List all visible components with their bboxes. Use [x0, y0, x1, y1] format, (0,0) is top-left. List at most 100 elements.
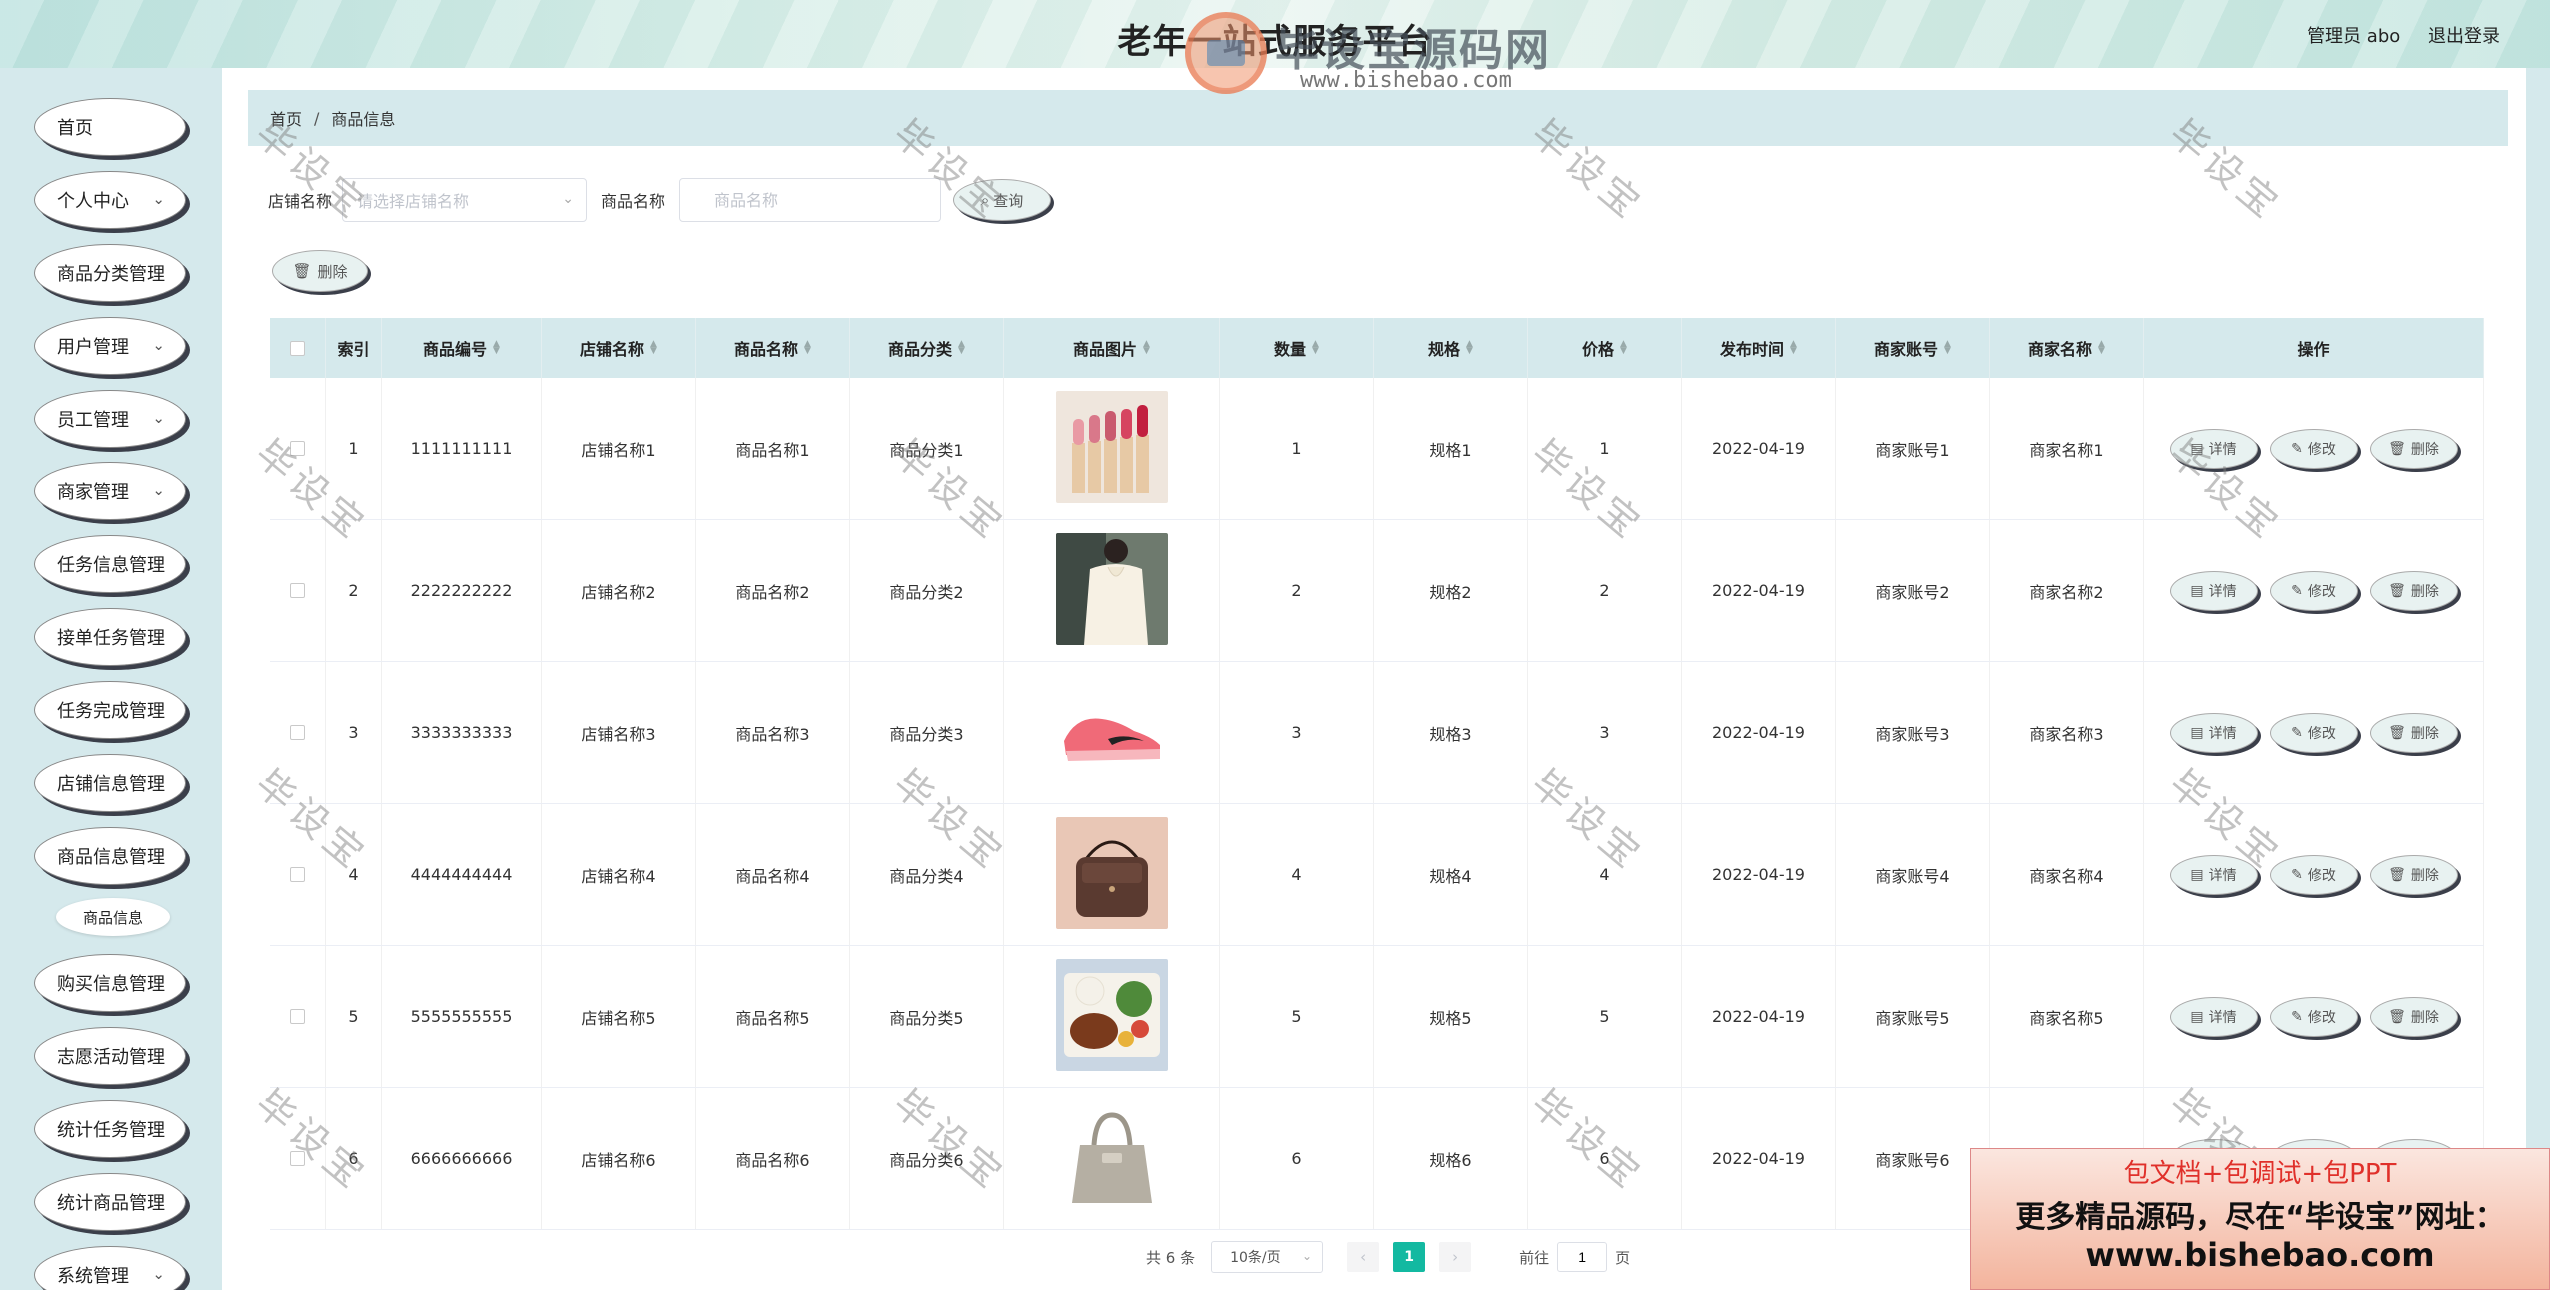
row-checkbox[interactable]	[290, 1151, 305, 1166]
delete-button[interactable]: 🗑删除	[2369, 570, 2458, 611]
shop-name-select[interactable]: 请选择店铺名称 ⌄	[342, 178, 588, 222]
sort-icon[interactable]: ▲ ▼	[804, 340, 811, 356]
sidebar-item-6[interactable]: 任务信息管理	[34, 535, 186, 593]
sort-icon[interactable]: ▲ ▼	[1312, 340, 1319, 356]
sidebar-item-15[interactable]: 系统管理 ⌄	[34, 1246, 186, 1290]
delete-button[interactable]: 🗑删除	[2369, 712, 2458, 753]
row-checkbox[interactable]	[290, 1009, 305, 1024]
sidebar-item-label: 商家管理	[57, 482, 129, 503]
product-image-lipstick	[1055, 390, 1168, 507]
sort-icon[interactable]: ▲ ▼	[1944, 340, 1951, 356]
sidebar-item-7[interactable]: 接单任务管理	[34, 608, 186, 666]
sort-icon[interactable]: ▲ ▼	[1143, 340, 1150, 356]
pagination-total: 共 6 条	[1146, 1248, 1196, 1267]
watermark-logo-icon	[1185, 12, 1267, 94]
sidebar-item-10[interactable]: 商品信息管理	[34, 827, 186, 885]
column-header-7[interactable]: 规格 ▲ ▼	[1374, 318, 1528, 378]
chevron-down-icon: ⌄	[152, 409, 165, 427]
cell-category: 商品分类1	[850, 378, 1004, 519]
sidebar-item-0[interactable]: 首页	[34, 98, 186, 156]
next-page-button[interactable]: ›	[1439, 1242, 1472, 1272]
cell-date: 2022-04-19	[1682, 946, 1836, 1087]
row-checkbox[interactable]	[290, 725, 305, 740]
sort-icon[interactable]: ▲ ▼	[1620, 340, 1627, 356]
cell-price: 6	[1528, 1088, 1682, 1229]
sidebar-item-1[interactable]: 个人中心 ⌄	[34, 171, 186, 229]
goto-page-input[interactable]	[1557, 1242, 1608, 1272]
column-header-10[interactable]: 商家账号 ▲ ▼	[1836, 318, 1990, 378]
sidebar-item-14[interactable]: 统计商品管理	[34, 1173, 186, 1231]
detail-button[interactable]: ▤详情	[2169, 712, 2258, 753]
sidebar-item-8[interactable]: 任务完成管理	[34, 681, 186, 739]
column-header-9[interactable]: 发布时间 ▲ ▼	[1682, 318, 1836, 378]
cell-name: 商品名称3	[696, 662, 850, 803]
row-checkbox[interactable]	[290, 441, 305, 456]
detail-button[interactable]: ▤详情	[2169, 428, 2258, 469]
query-button[interactable]: ⌕ 查询	[953, 179, 1052, 221]
detail-button[interactable]: ▤详情	[2169, 996, 2258, 1037]
column-header-2[interactable]: 店铺名称 ▲ ▼	[542, 318, 696, 378]
row-checkbox[interactable]	[290, 583, 305, 598]
column-header-1[interactable]: 商品编号 ▲ ▼	[382, 318, 542, 378]
cell-actions: ▤详情 ✎修改 🗑删除	[2144, 662, 2484, 803]
cell-index: 1	[326, 378, 382, 519]
product-name-input[interactable]	[679, 178, 942, 222]
sidebar-item-label: 购买信息管理	[57, 974, 165, 995]
table-row: 5 5555555555 店铺名称5 商品名称5 商品分类5 5 规格5 5 2022-04-1…	[270, 946, 2484, 1088]
cell-category: 商品分类2	[850, 520, 1004, 661]
delete-button[interactable]: 🗑删除	[2369, 854, 2458, 895]
sidebar-item-9[interactable]: 店铺信息管理	[34, 754, 186, 812]
column-header-8[interactable]: 价格 ▲ ▼	[1528, 318, 1682, 378]
cell-date: 2022-04-19	[1682, 662, 1836, 803]
sidebar-item-11[interactable]: 购买信息管理	[34, 954, 186, 1012]
edit-button[interactable]: ✎修改	[2269, 428, 2358, 469]
sidebar-item-2[interactable]: 商品分类管理	[34, 244, 186, 302]
sidebar-item-13[interactable]: 统计任务管理	[34, 1100, 186, 1158]
column-header-3[interactable]: 商品名称 ▲ ▼	[696, 318, 850, 378]
sort-icon[interactable]: ▲ ▼	[958, 340, 965, 356]
batch-delete-button[interactable]: 🗑 删除	[272, 250, 368, 292]
column-header-11[interactable]: 商家名称 ▲ ▼	[1990, 318, 2144, 378]
breadcrumb-home[interactable]: 首页	[270, 106, 302, 130]
sidebar-item-4[interactable]: 员工管理 ⌄	[34, 390, 186, 448]
sidebar-item-label: 店铺信息管理	[57, 774, 165, 795]
logout-link[interactable]: 退出登录	[2428, 26, 2500, 47]
prev-page-button[interactable]: ‹	[1347, 1242, 1380, 1272]
column-header-5[interactable]: 商品图片 ▲ ▼	[1004, 318, 1220, 378]
sort-icon[interactable]: ▲ ▼	[1790, 340, 1797, 356]
sidebar-item-5[interactable]: 商家管理 ⌄	[34, 462, 186, 520]
delete-button[interactable]: 🗑删除	[2369, 996, 2458, 1037]
chevron-down-icon: ⌄	[152, 481, 165, 499]
trash-icon: 🗑	[2388, 582, 2406, 599]
sort-icon[interactable]: ▲ ▼	[650, 340, 657, 356]
page-number-current[interactable]: 1	[1393, 1242, 1426, 1272]
edit-button[interactable]: ✎修改	[2269, 854, 2358, 895]
edit-button[interactable]: ✎修改	[2269, 712, 2358, 753]
sort-icon[interactable]: ▲ ▼	[493, 340, 500, 356]
sort-icon[interactable]: ▲ ▼	[1466, 340, 1473, 356]
cell-shop: 店铺名称2	[542, 520, 696, 661]
column-header-label: 索引	[337, 340, 370, 359]
edit-button[interactable]: ✎修改	[2269, 570, 2358, 611]
edit-button[interactable]: ✎修改	[2269, 996, 2358, 1037]
edit-button-label: 修改	[2307, 867, 2336, 884]
select-all-checkbox[interactable]	[290, 340, 305, 356]
top-header: 老年一站式服务平台 毕设宝源码网 www.bishebao.com 管理员 ab…	[0, 0, 2550, 94]
row-checkbox[interactable]	[290, 867, 305, 882]
cell-spec: 规格5	[1374, 946, 1528, 1087]
column-header-6[interactable]: 数量 ▲ ▼	[1220, 318, 1374, 378]
sidebar-subitem-product-info[interactable]: 商品信息	[56, 898, 170, 936]
row-select-cell	[270, 662, 326, 803]
column-header-4[interactable]: 商品分类 ▲ ▼	[850, 318, 1004, 378]
page-size-select[interactable]: 10条/页 ⌄	[1211, 1241, 1324, 1273]
sort-icon[interactable]: ▲ ▼	[2098, 340, 2105, 356]
detail-button[interactable]: ▤详情	[2169, 854, 2258, 895]
detail-button[interactable]: ▤详情	[2169, 570, 2258, 611]
cell-code: 4444444444	[382, 804, 542, 945]
delete-button[interactable]: 🗑删除	[2369, 428, 2458, 469]
edit-button-label: 修改	[2307, 1009, 2336, 1026]
batch-delete-label: 删除	[317, 262, 348, 281]
sidebar-item-12[interactable]: 志愿活动管理	[34, 1027, 186, 1085]
column-header-label: 价格	[1582, 340, 1615, 359]
sidebar-item-3[interactable]: 用户管理 ⌄	[34, 317, 186, 375]
